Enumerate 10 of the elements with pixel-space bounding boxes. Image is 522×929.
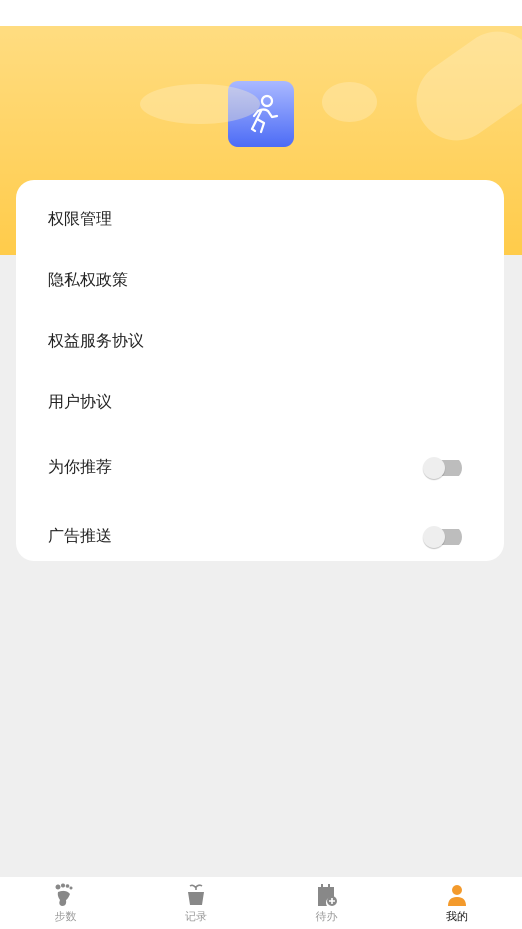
menu-item[interactable]: 权益服务协议 bbox=[48, 331, 144, 352]
person-icon bbox=[446, 882, 468, 906]
menu-item[interactable]: 用户协议 bbox=[48, 392, 112, 413]
menu-item[interactable]: 隐私权政策 bbox=[48, 270, 128, 291]
menu-item[interactable]: 为你推荐 bbox=[48, 457, 112, 478]
menu-item[interactable]: 广告推送 bbox=[48, 526, 112, 547]
menu-item[interactable]: 权限管理 bbox=[48, 209, 112, 230]
runner-icon bbox=[228, 81, 294, 147]
tab-item[interactable]: 我的 bbox=[392, 877, 522, 929]
calendar-add-icon bbox=[315, 882, 338, 906]
